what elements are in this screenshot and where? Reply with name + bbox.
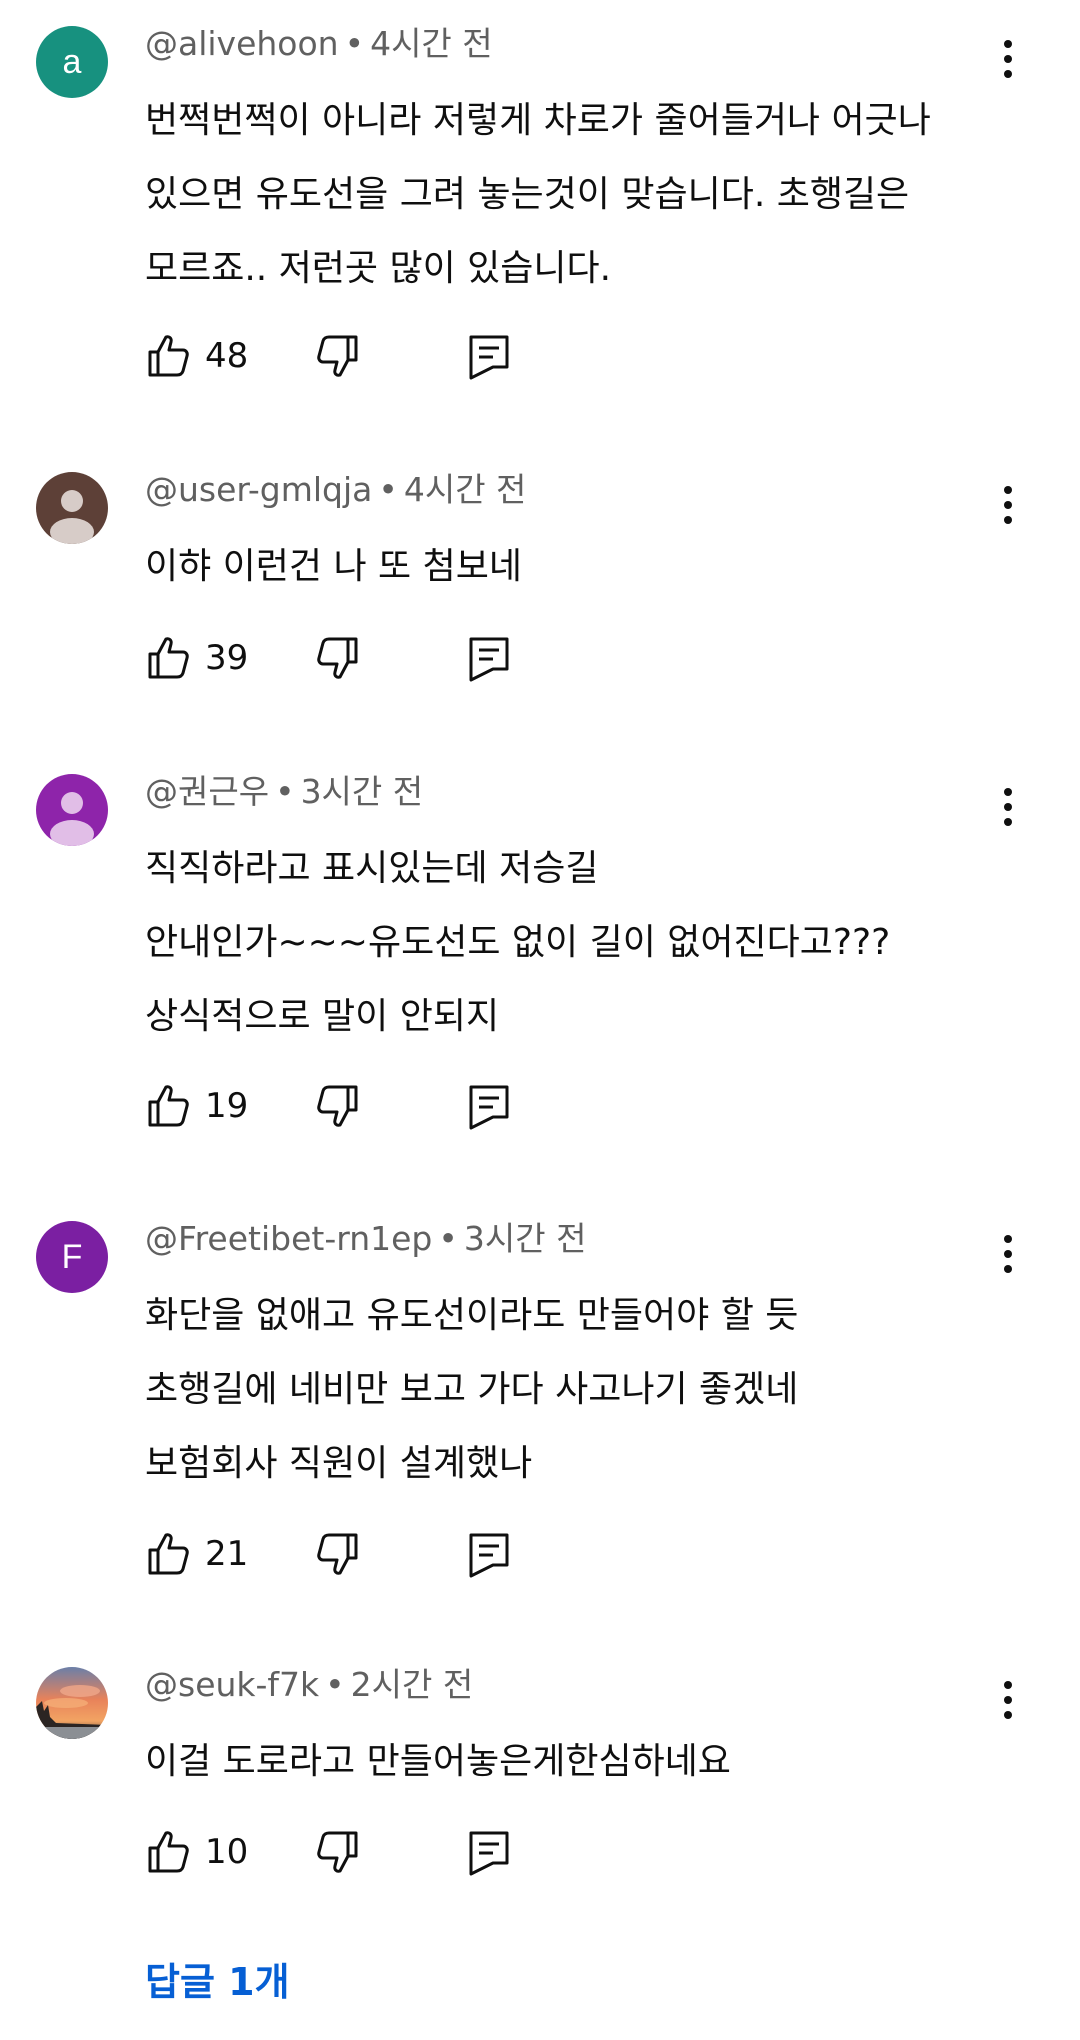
reply-icon[interactable] <box>465 1530 513 1578</box>
view-replies-link[interactable]: 답글 1개 <box>145 1955 290 2009</box>
separator-dot: • <box>344 24 365 63</box>
comment-author[interactable]: @권근우 <box>145 772 269 811</box>
comment-time: 4시간 전 <box>370 24 493 63</box>
comment-author[interactable]: @Freetibet-rn1ep <box>145 1219 432 1258</box>
thumbs-down-glyph <box>317 335 358 377</box>
thumbs-down-glyph <box>317 1533 358 1575</box>
reply-glyph <box>469 335 509 380</box>
avatar[interactable] <box>36 774 108 846</box>
comment-time: 2시간 전 <box>350 1665 474 1704</box>
like-count: 48 <box>205 336 249 376</box>
thumbs-up-icon[interactable] <box>145 1828 193 1876</box>
comment-actions: 21 <box>145 1530 565 1580</box>
thumbs-up-glyph <box>148 335 189 377</box>
comment-actions: 10 <box>145 1828 565 1878</box>
reply-icon[interactable] <box>465 1828 513 1876</box>
default-avatar-icon <box>50 490 94 544</box>
comment-text-line: 이햐 이런건 나 또 첨보네 <box>145 546 522 587</box>
comment-meta: @seuk-f7k • 2시간 전 <box>145 1663 473 1707</box>
thumbs-up-glyph <box>148 1831 189 1873</box>
thumbs-down-icon[interactable] <box>313 1530 361 1578</box>
thumbs-down-glyph <box>317 1085 358 1127</box>
comment-text-line: 안내인가~~~유도선도 없이 길이 없어진다고??? <box>145 922 891 963</box>
comment-text-line: 번쩍번쩍이 아니라 저렇게 차로가 줄어들거나 어긋나 <box>145 100 931 141</box>
thumbs-down-icon[interactable] <box>313 1828 361 1876</box>
avatar[interactable] <box>36 472 108 544</box>
more-vert-glyph <box>1004 788 1012 826</box>
like-count: 10 <box>205 1832 249 1872</box>
avatar[interactable] <box>36 1667 108 1739</box>
separator-dot: • <box>325 1665 345 1704</box>
separator-dot: • <box>378 470 398 509</box>
like-count: 21 <box>205 1534 249 1574</box>
sunset-photo-avatar <box>36 1667 108 1739</box>
comment-meta: @alivehoon • 4시간 전 <box>145 22 493 66</box>
thumbs-up-icon[interactable] <box>145 1082 193 1130</box>
thumbs-down-glyph <box>317 1831 358 1873</box>
more-vert-glyph <box>1004 486 1012 524</box>
comment-author[interactable]: @alivehoon <box>145 24 339 63</box>
thumbs-up-icon[interactable] <box>145 634 193 682</box>
more-vert-glyph <box>1004 40 1012 78</box>
avatar-letter: F <box>61 1237 83 1276</box>
avatar[interactable]: a <box>36 26 108 98</box>
comment-author[interactable]: @user-gmlqja <box>145 470 372 509</box>
more-vert-icon[interactable] <box>990 784 1026 830</box>
comment-text: 이걸 도로라고 만들어놓은게한심하네요 <box>145 1725 1025 1799</box>
comment-text-line: 모르죠.. 저런곳 많이 있습니다. <box>145 248 612 289</box>
reply-glyph <box>469 1831 509 1876</box>
avatar-letter: a <box>62 42 82 81</box>
comment-time: 3시간 전 <box>300 772 424 811</box>
default-avatar-icon <box>50 792 94 846</box>
comment-text-line: 직직하라고 표시있는데 저승길 <box>145 848 599 889</box>
reply-icon[interactable] <box>465 634 513 682</box>
comment-actions: 39 <box>145 634 565 684</box>
comment-text: 화단을 없애고 유도선이라도 만들어야 할 듯 초행길에 네비만 보고 가다 사… <box>145 1279 1025 1501</box>
thumbs-up-icon[interactable] <box>145 1530 193 1578</box>
reply-glyph <box>469 1085 509 1130</box>
more-vert-icon[interactable] <box>990 482 1026 528</box>
comment-text: 이햐 이런건 나 또 첨보네 <box>145 530 1025 604</box>
more-vert-icon[interactable] <box>990 36 1026 82</box>
avatar[interactable]: F <box>36 1221 108 1293</box>
like-count: 39 <box>205 638 249 678</box>
comment-text-line: 상식적으로 말이 안되지 <box>145 996 500 1037</box>
comment-time: 4시간 전 <box>403 470 527 509</box>
comment-author[interactable]: @seuk-f7k <box>145 1665 319 1704</box>
thumbs-up-glyph <box>148 1533 189 1575</box>
comment-meta: @user-gmlqja • 4시간 전 <box>145 468 526 512</box>
more-vert-glyph <box>1004 1681 1012 1719</box>
comment-text-line: 보험회사 직원이 설계했나 <box>145 1443 533 1484</box>
comment-meta: @Freetibet-rn1ep • 3시간 전 <box>145 1217 586 1261</box>
thumbs-down-icon[interactable] <box>313 1082 361 1130</box>
reply-icon[interactable] <box>465 1082 513 1130</box>
reply-glyph <box>469 1533 509 1578</box>
comment-time: 3시간 전 <box>463 1219 587 1258</box>
comment-text-line: 화단을 없애고 유도선이라도 만들어야 할 듯 <box>145 1295 799 1336</box>
more-vert-icon[interactable] <box>990 1231 1026 1277</box>
thumbs-down-icon[interactable] <box>313 332 361 380</box>
comment-meta: @권근우 • 3시간 전 <box>145 770 423 814</box>
reply-glyph <box>469 637 509 682</box>
thumbs-up-icon[interactable] <box>145 332 193 380</box>
comment-actions: 48 <box>145 332 565 382</box>
like-count: 19 <box>205 1086 249 1126</box>
comment-actions: 19 <box>145 1082 565 1132</box>
thumbs-up-glyph <box>148 637 189 679</box>
comment-text: 번쩍번쩍이 아니라 저렇게 차로가 줄어들거나 어긋나 있으면 유도선을 그려 … <box>145 84 1025 306</box>
reply-icon[interactable] <box>465 332 513 380</box>
thumbs-down-icon[interactable] <box>313 634 361 682</box>
thumbs-down-glyph <box>317 637 358 679</box>
more-vert-icon[interactable] <box>990 1677 1026 1723</box>
comment-text-line: 이걸 도로라고 만들어놓은게한심하네요 <box>145 1741 731 1782</box>
comment-text: 직직하라고 표시있는데 저승길 안내인가~~~유도선도 없이 길이 없어진다고?… <box>145 832 1025 1054</box>
more-vert-glyph <box>1004 1235 1012 1273</box>
comment-text-line: 있으면 유도선을 그려 놓는것이 맞습니다. 초행길은 <box>145 174 910 215</box>
comment-text-line: 초행길에 네비만 보고 가다 사고나기 좋겠네 <box>145 1369 799 1410</box>
separator-dot: • <box>275 772 295 811</box>
thumbs-up-glyph <box>148 1085 189 1127</box>
separator-dot: • <box>438 1219 458 1258</box>
